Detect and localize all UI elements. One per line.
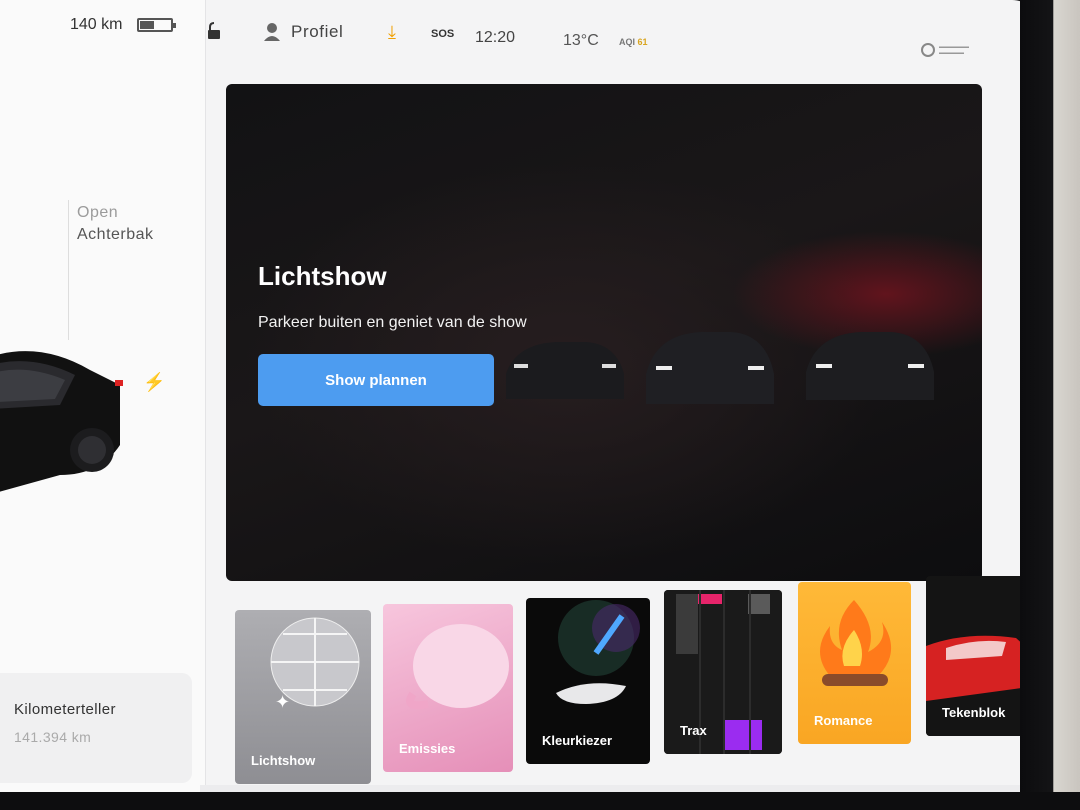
app-tile-label: Kleurkiezer: [542, 733, 613, 748]
aqi-label: AQI: [619, 37, 636, 47]
car-silhouette-right: [806, 332, 934, 400]
odometer-value: 141.394 km: [14, 729, 92, 745]
partner-logo-icon: ▬▬▬▬▬▬ ▬▬▬▬▬: [921, 40, 1001, 60]
app-tile-emissies[interactable]: Emissies: [383, 604, 513, 772]
odometer-title: Kilometerteller: [14, 701, 116, 718]
svg-text:✦: ✦: [275, 692, 290, 712]
touchscreen: 140 km Open Achterbak ⚡ Kilometerteller …: [0, 0, 1040, 800]
hero-subtitle: Parkeer buiten en geniet van de show: [258, 314, 527, 331]
status-bar: Profiel ⤓ SOS 12:20 13°C AQI 61 ▬▬▬▬▬▬ ▬▬…: [205, 0, 1040, 70]
range-readout: 140 km: [70, 16, 123, 33]
app-tile-romance[interactable]: Romance: [798, 582, 911, 744]
download-icon[interactable]: ⤓: [388, 22, 396, 43]
lightshow-hero-banner: Lichtshow Parkeer buiten en geniet van d…: [226, 84, 982, 581]
app-tile-label: Lichtshow: [251, 753, 316, 768]
device-bezel-right: [1020, 0, 1080, 810]
color-dropper-icon: [556, 600, 640, 704]
app-tile-lichtshow[interactable]: ✦ Lichtshow: [235, 610, 371, 784]
app-tile-label: Tekenblok: [942, 705, 1006, 720]
profile-button[interactable]: Profiel: [291, 22, 343, 42]
car-status-panel: 140 km Open Achterbak ⚡ Kilometerteller …: [0, 0, 206, 800]
outside-temperature: 13°C: [563, 32, 599, 49]
clock: 12:20: [475, 29, 516, 46]
partner-logo-text: ▬▬▬▬▬▬ ▬▬▬▬▬: [939, 44, 969, 56]
air-quality-index[interactable]: AQI 61: [619, 37, 648, 47]
battery-fill: [140, 21, 154, 29]
sos-button[interactable]: SOS: [431, 28, 454, 40]
whoopee-cushion-icon: [406, 624, 509, 710]
app-tile-label: Trax: [680, 723, 707, 738]
app-tile-trax[interactable]: Trax: [664, 590, 782, 754]
odometer-card[interactable]: Kilometerteller 141.394 km: [0, 673, 192, 783]
car-silhouette-left: [506, 342, 624, 399]
device-bezel-bottom: [0, 792, 1080, 810]
car-model-image: [0, 351, 123, 492]
trunk-open-action[interactable]: Open: [77, 204, 118, 222]
disco-ball-icon: ✦: [270, 617, 360, 712]
schedule-show-button[interactable]: Show plannen: [258, 354, 494, 406]
trunk-label[interactable]: Achterbak: [77, 226, 154, 244]
battery-icon: [137, 18, 176, 32]
aqi-value: 61: [637, 37, 648, 47]
profile-icon[interactable]: [263, 22, 281, 42]
fireplace-icon: [820, 600, 892, 686]
trunk-divider: [68, 200, 69, 340]
hero-title: Lichtshow: [258, 261, 387, 291]
app-tile-label: Emissies: [399, 741, 456, 756]
car-silhouette-center: [646, 332, 774, 404]
lock-icon[interactable]: [205, 22, 223, 40]
app-tile-kleurkiezer[interactable]: Kleurkiezer: [526, 598, 650, 764]
partner-logo-mark: [921, 43, 935, 57]
app-tile-label: Romance: [814, 713, 873, 728]
cars-illustration: [506, 332, 934, 404]
charge-port-icon[interactable]: ⚡: [143, 372, 165, 393]
